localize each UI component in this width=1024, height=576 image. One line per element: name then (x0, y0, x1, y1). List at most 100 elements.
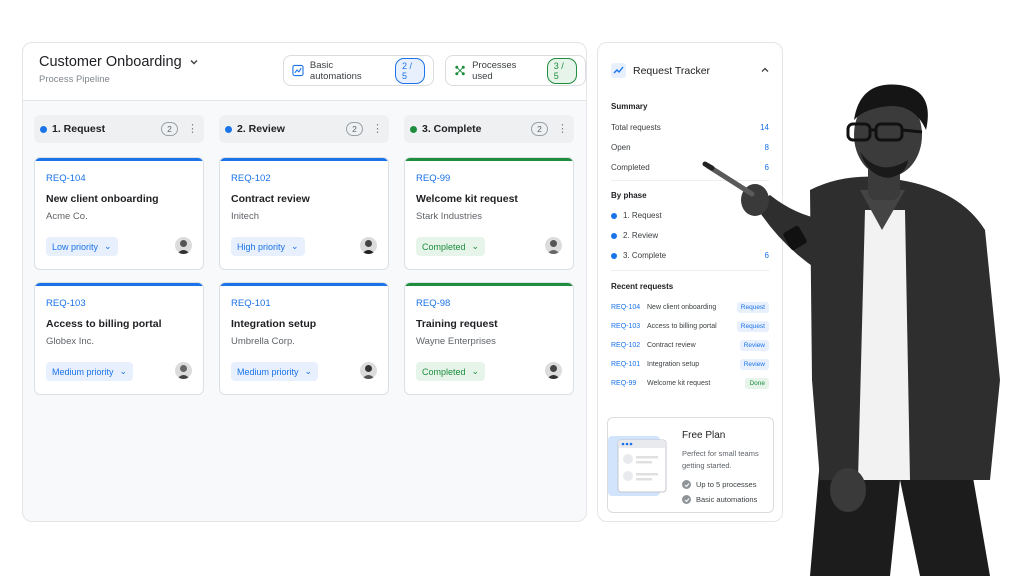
request-company: Acme Co. (46, 211, 88, 222)
processes-used-count: 3 / 5 (546, 57, 578, 84)
phase-label: 2. Review (623, 231, 659, 240)
column-header-review: 2. Review 2 ⋮ (219, 115, 389, 143)
request-title: Training request (416, 318, 498, 330)
priority-dropdown[interactable]: Low priority ⌄ (46, 237, 118, 256)
request-id[interactable]: REQ-103 (46, 298, 86, 309)
status-dot (40, 125, 47, 133)
chevron-down-icon: ⌄ (291, 241, 299, 251)
column-count-badge: 2 (161, 122, 178, 136)
status-dropdown[interactable]: Completed ⌄ (416, 362, 486, 381)
pipeline-title-dropdown[interactable]: Customer Onboarding (39, 54, 200, 70)
status-label: Completed (422, 241, 466, 252)
recent-request-id: REQ-102 (611, 341, 641, 349)
priority-dropdown[interactable]: High priority ⌄ (231, 237, 305, 256)
basic-automations-count: 2 / 5 (394, 57, 425, 84)
status-dot (410, 125, 417, 133)
phase-label: 1. Request (623, 211, 662, 220)
request-card[interactable]: REQ-103 Access to billing portal Globex … (34, 282, 204, 395)
recent-request-id: REQ-104 (611, 303, 641, 311)
priority-dropdown[interactable]: Medium priority ⌄ (231, 362, 319, 381)
more-options-icon[interactable]: ⋮ (557, 123, 568, 135)
request-company: Stark Industries (416, 211, 482, 222)
more-options-icon[interactable]: ⋮ (372, 123, 383, 135)
status-dropdown[interactable]: Completed ⌄ (416, 237, 486, 256)
chevron-down-icon: ⌄ (304, 366, 313, 376)
summary-heading: Summary (611, 102, 648, 111)
column-title: 3. Complete (422, 123, 482, 135)
processes-used-label: Processes used (472, 59, 517, 82)
avatar (175, 362, 192, 379)
chevron-down-icon: ⌄ (471, 241, 480, 251)
priority-dropdown[interactable]: Medium priority ⌄ (46, 362, 134, 381)
tracker-header: Request Tracker (611, 63, 710, 78)
basic-automations-button[interactable]: Basic automations 2 / 5 (283, 55, 434, 86)
phase-heading: By phase (611, 191, 647, 200)
phase-label: 3. Complete (623, 251, 667, 260)
status-dot (611, 232, 617, 239)
avatar (545, 362, 562, 379)
card-accent-bar (405, 283, 573, 286)
column-count-badge: 2 (531, 122, 548, 136)
pipeline-header: Customer Onboarding Process Pipeline Bas… (23, 43, 586, 101)
page-title: Customer Onboarding (39, 54, 182, 70)
avatar (360, 237, 377, 254)
check-icon (682, 495, 691, 504)
tracker-title: Request Tracker (633, 64, 711, 77)
request-card[interactable]: REQ-99 Welcome kit request Stark Industr… (404, 157, 574, 270)
chart-icon (292, 64, 304, 77)
recent-heading: Recent requests (611, 282, 674, 291)
trend-icon (611, 63, 626, 78)
request-title: Access to billing portal (46, 318, 162, 330)
summary-label: Total requests (611, 123, 661, 132)
priority-label: Medium priority (52, 366, 114, 377)
request-card[interactable]: REQ-104 New client onboarding Acme Co. L… (34, 157, 204, 270)
card-accent-bar (405, 158, 573, 161)
request-card[interactable]: REQ-102 Contract review Initech High pri… (219, 157, 389, 270)
recent-request-id: REQ-103 (611, 322, 641, 330)
request-company: Umbrella Corp. (231, 336, 295, 347)
card-accent-bar (35, 283, 203, 286)
request-id[interactable]: REQ-99 (416, 173, 450, 184)
avatar (545, 237, 562, 254)
card-accent-bar (220, 283, 388, 286)
request-title: New client onboarding (46, 193, 159, 205)
chevron-down-icon: ⌄ (471, 366, 480, 376)
column-title: 2. Review (237, 123, 285, 135)
priority-label: Medium priority (237, 366, 299, 377)
request-title: Welcome kit request (416, 193, 518, 205)
chevron-down-icon: ⌄ (104, 241, 112, 251)
chevron-up-icon[interactable] (760, 65, 770, 75)
column-count-badge: 2 (346, 122, 363, 136)
request-card[interactable]: REQ-101 Integration setup Umbrella Corp.… (219, 282, 389, 395)
request-title: Contract review (231, 193, 310, 205)
request-company: Globex Inc. (46, 336, 95, 347)
request-id[interactable]: REQ-102 (231, 173, 271, 184)
more-options-icon[interactable]: ⋮ (187, 123, 198, 135)
chevron-down-icon (190, 60, 198, 65)
request-company: Wayne Enterprises (416, 336, 496, 347)
check-icon (682, 480, 691, 489)
request-id[interactable]: REQ-98 (416, 298, 450, 309)
column-header-complete: 3. Complete 2 ⋮ (404, 115, 574, 143)
recent-request-id: REQ-99 (611, 379, 637, 387)
request-id[interactable]: REQ-101 (231, 298, 271, 309)
request-company: Initech (231, 211, 259, 222)
status-dot (225, 125, 232, 133)
request-card[interactable]: REQ-98 Training request Wayne Enterprise… (404, 282, 574, 395)
stage: Customer Onboarding Process Pipeline Bas… (0, 0, 1024, 576)
card-accent-bar (220, 158, 388, 161)
status-dot (611, 212, 617, 219)
pipeline-panel: Customer Onboarding Process Pipeline Bas… (22, 42, 587, 522)
priority-label: Low priority (52, 241, 99, 252)
page-subtitle: Process Pipeline (39, 74, 110, 85)
request-id[interactable]: REQ-104 (46, 173, 86, 184)
avatar (175, 237, 192, 254)
processes-used-button[interactable]: Processes used 3 / 5 (445, 55, 586, 86)
request-title: Integration setup (231, 318, 317, 330)
summary-label: Completed (611, 163, 650, 172)
browser-window-illustration (608, 436, 667, 496)
chevron-down-icon: ⌄ (119, 366, 128, 376)
column-header-request: 1. Request 2 ⋮ (34, 115, 204, 143)
avatar (360, 362, 377, 379)
recent-request-id: REQ-101 (611, 360, 641, 368)
